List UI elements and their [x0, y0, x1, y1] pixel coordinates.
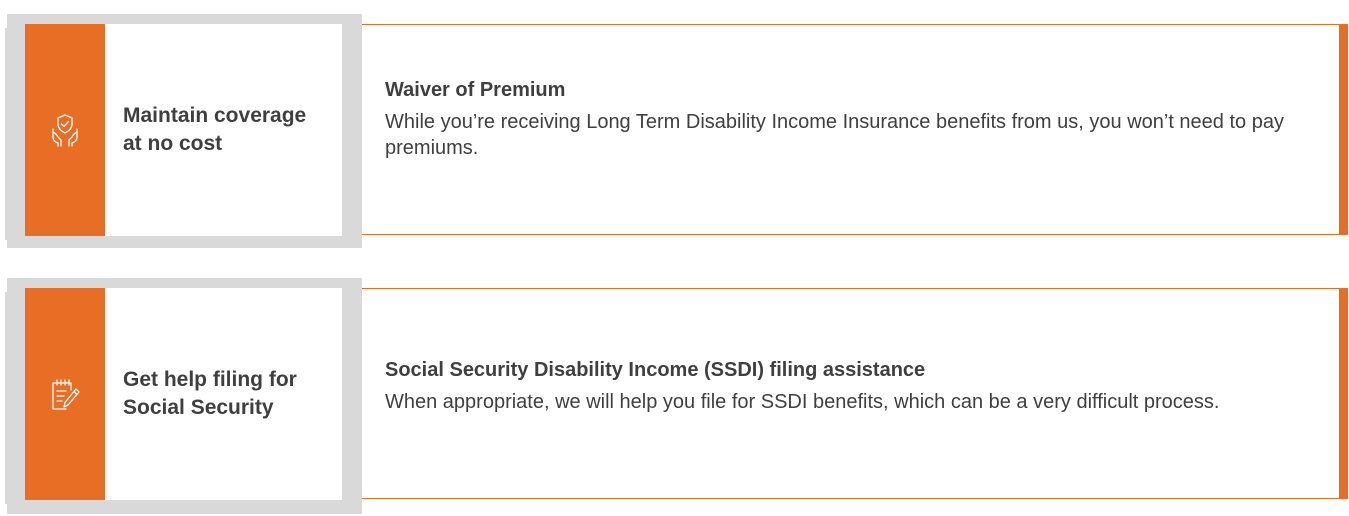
benefit-summary-title: Get help filing for Social Security [123, 368, 297, 419]
benefit-row-ssdi: Get help filing for Social Security Soci… [0, 278, 1349, 514]
notepad-pencil-icon [50, 377, 80, 411]
icon-band [25, 288, 105, 500]
benefit-detail-panel: Social Security Disability Income (SSDI)… [362, 288, 1339, 499]
benefit-detail-panel: Waiver of Premium While you’re receiving… [362, 24, 1339, 235]
benefit-detail-heading: Social Security Disability Income (SSDI)… [385, 358, 926, 381]
benefit-detail-description: When appropriate, we will help you file … [385, 390, 1220, 413]
hands-shield-icon [50, 113, 80, 147]
accent-bar [1339, 288, 1348, 499]
benefit-summary-card: Maintain coverage at no cost [105, 24, 342, 236]
accent-bar [1339, 24, 1348, 235]
benefit-summary-card: Get help filing for Social Security [105, 288, 342, 500]
benefit-row-waiver: Maintain coverage at no cost Waiver of P… [0, 14, 1349, 248]
benefit-detail-description: While you’re receiving Long Term Disabil… [385, 110, 1284, 159]
icon-band [25, 24, 105, 236]
benefit-detail-heading: Waiver of Premium [385, 78, 566, 101]
benefit-summary-title: Maintain coverage at no cost [123, 104, 307, 155]
